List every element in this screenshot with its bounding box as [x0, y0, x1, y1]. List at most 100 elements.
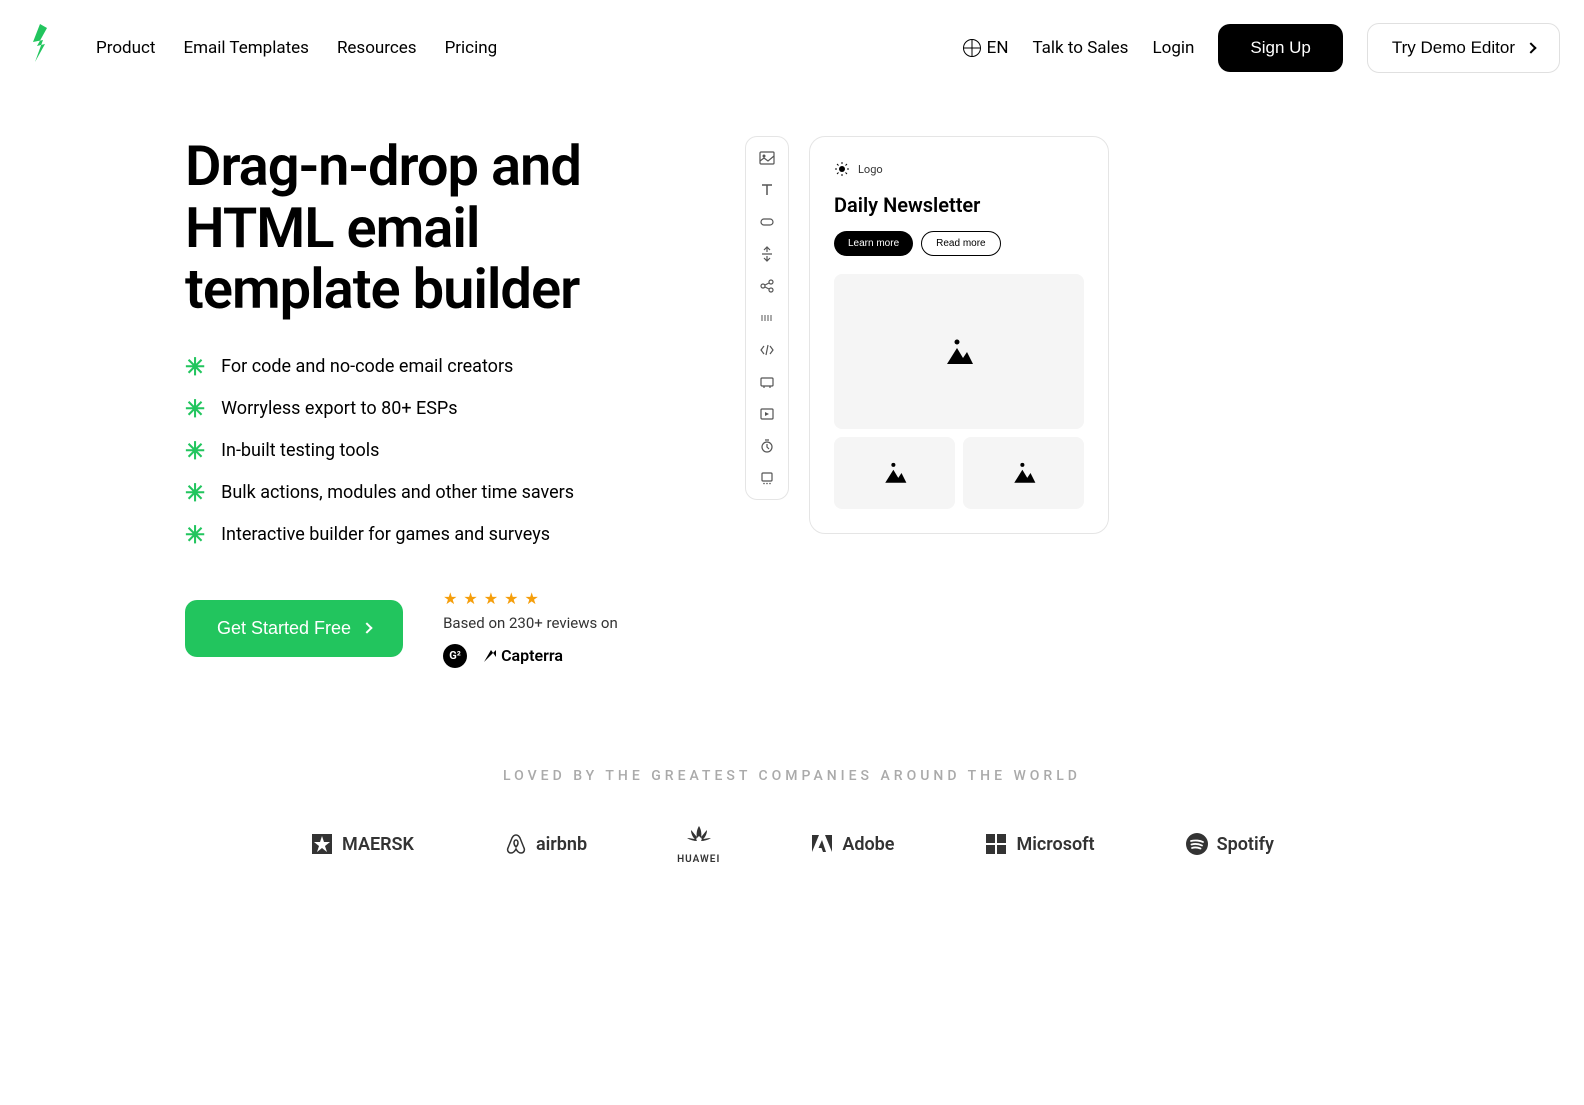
feature-item: ✳ For code and no-code email creators	[185, 353, 665, 381]
adobe-logo: Adobe	[810, 832, 894, 856]
g2-logo-icon: G²	[443, 644, 467, 668]
spotify-icon	[1185, 832, 1209, 856]
star-icon: ★	[504, 589, 518, 608]
adobe-icon	[810, 832, 834, 856]
spacer-tool-icon[interactable]	[754, 241, 780, 267]
company-name: Microsoft	[1016, 834, 1094, 855]
preview-main-image	[834, 274, 1084, 429]
brand-logo[interactable]	[24, 20, 56, 76]
feature-item: ✳ Bulk actions, modules and other time sa…	[185, 479, 665, 507]
lang-label: EN	[987, 38, 1009, 58]
companies-section: LOVED BY THE GREATEST COMPANIES AROUND T…	[0, 708, 1584, 945]
nav-pricing[interactable]: Pricing	[445, 38, 498, 58]
feature-text: In-built testing tools	[221, 440, 379, 461]
language-selector[interactable]: EN	[963, 38, 1009, 58]
divider-tool-icon[interactable]	[754, 305, 780, 331]
asterisk-icon: ✳	[185, 437, 205, 465]
capterra-arrow-icon	[483, 649, 497, 663]
review-logos: G² Capterra	[443, 644, 618, 668]
company-name: HUAWEI	[677, 854, 720, 865]
hero-section: Drag-n-drop and HTML email template buil…	[0, 96, 1584, 708]
preview-buttons: Learn more Read more	[834, 231, 1084, 256]
editor-toolbar	[745, 136, 789, 500]
star-rating: ★ ★ ★ ★ ★	[443, 589, 618, 608]
image-placeholder-icon	[882, 460, 908, 486]
email-preview-card: Logo Daily Newsletter Learn more Read mo…	[809, 136, 1109, 534]
spotify-logo: Spotify	[1185, 832, 1274, 856]
main-nav: Product Email Templates Resources Pricin…	[96, 38, 497, 58]
nav-resources[interactable]: Resources	[337, 38, 417, 58]
asterisk-icon: ✳	[185, 353, 205, 381]
text-tool-icon[interactable]	[754, 177, 780, 203]
video-tool-icon[interactable]	[754, 401, 780, 427]
companies-title: LOVED BY THE GREATEST COMPANIES AROUND T…	[0, 768, 1584, 784]
microsoft-icon	[984, 832, 1008, 856]
try-demo-button[interactable]: Try Demo Editor	[1367, 23, 1560, 73]
try-demo-label: Try Demo Editor	[1392, 38, 1515, 58]
login-link[interactable]: Login	[1152, 38, 1194, 58]
star-icon: ★	[463, 589, 477, 608]
preview-thumb	[963, 437, 1084, 509]
feature-item: ✳ Worryless export to 80+ ESPs	[185, 395, 665, 423]
get-started-button[interactable]: Get Started Free	[185, 600, 403, 657]
capterra-logo: Capterra	[483, 646, 563, 665]
asterisk-icon: ✳	[185, 395, 205, 423]
airbnb-icon	[504, 832, 528, 856]
button-tool-icon[interactable]	[754, 209, 780, 235]
capterra-text: Capterra	[501, 646, 563, 665]
company-name: Spotify	[1217, 834, 1274, 855]
stripo-logo-icon	[25, 20, 55, 76]
preview-learn-more-button[interactable]: Learn more	[834, 231, 913, 256]
hero-title: Drag-n-drop and HTML email template buil…	[185, 136, 665, 321]
feature-item: ✳ In-built testing tools	[185, 437, 665, 465]
maersk-logo: MAERSK	[310, 832, 414, 856]
reviews-block: ★ ★ ★ ★ ★ Based on 230+ reviews on G² Ca…	[443, 589, 618, 668]
globe-icon	[963, 39, 981, 57]
company-name: Adobe	[842, 834, 894, 855]
reviews-text: Based on 230+ reviews on	[443, 614, 618, 632]
header: Product Email Templates Resources Pricin…	[0, 0, 1584, 96]
timer-tool-icon[interactable]	[754, 433, 780, 459]
chevron-right-icon	[1525, 42, 1536, 53]
maersk-icon	[310, 832, 334, 856]
html-tool-icon[interactable]	[754, 337, 780, 363]
preview-thumb	[834, 437, 955, 509]
feature-item: ✳ Interactive builder for games and surve…	[185, 521, 665, 549]
sun-icon	[834, 161, 850, 177]
feature-text: For code and no-code email creators	[221, 356, 513, 377]
company-logos-row: MAERSK airbnb HUAWEI Adobe Microsoft Spo…	[0, 824, 1584, 865]
star-icon: ★	[443, 589, 457, 608]
preview-image-grid	[834, 437, 1084, 509]
feature-text: Interactive builder for games and survey…	[221, 524, 550, 545]
talk-to-sales-link[interactable]: Talk to Sales	[1032, 38, 1128, 58]
editor-preview: Logo Daily Newsletter Learn more Read mo…	[745, 136, 1109, 668]
preview-title: Daily Newsletter	[834, 193, 1084, 217]
cta-row: Get Started Free ★ ★ ★ ★ ★ Based on 230+…	[185, 589, 665, 668]
preview-logo-text: Logo	[858, 163, 883, 176]
asterisk-icon: ✳	[185, 479, 205, 507]
preview-logo-row: Logo	[834, 161, 1084, 177]
star-icon: ★	[484, 589, 498, 608]
nav-product[interactable]: Product	[96, 38, 155, 58]
cta-label: Get Started Free	[217, 618, 351, 639]
airbnb-logo: airbnb	[504, 832, 587, 856]
image-tool-icon[interactable]	[754, 145, 780, 171]
feature-text: Worryless export to 80+ ESPs	[221, 398, 457, 419]
chevron-right-icon	[361, 623, 372, 634]
hero-content: Drag-n-drop and HTML email template buil…	[185, 136, 665, 668]
star-icon: ★	[524, 589, 538, 608]
carousel-tool-icon[interactable]	[754, 465, 780, 491]
nav-email-templates[interactable]: Email Templates	[183, 38, 309, 58]
amp-tool-icon[interactable]	[754, 369, 780, 395]
preview-read-more-button[interactable]: Read more	[921, 231, 1000, 256]
feature-text: Bulk actions, modules and other time sav…	[221, 482, 574, 503]
header-left: Product Email Templates Resources Pricin…	[24, 20, 497, 76]
asterisk-icon: ✳	[185, 521, 205, 549]
company-name: MAERSK	[342, 834, 414, 855]
image-placeholder-icon	[943, 336, 975, 368]
image-placeholder-icon	[1011, 460, 1037, 486]
signup-button[interactable]: Sign Up	[1218, 24, 1342, 72]
social-tool-icon[interactable]	[754, 273, 780, 299]
huawei-logo: HUAWEI	[677, 824, 720, 865]
header-right: EN Talk to Sales Login Sign Up Try Demo …	[963, 23, 1560, 73]
